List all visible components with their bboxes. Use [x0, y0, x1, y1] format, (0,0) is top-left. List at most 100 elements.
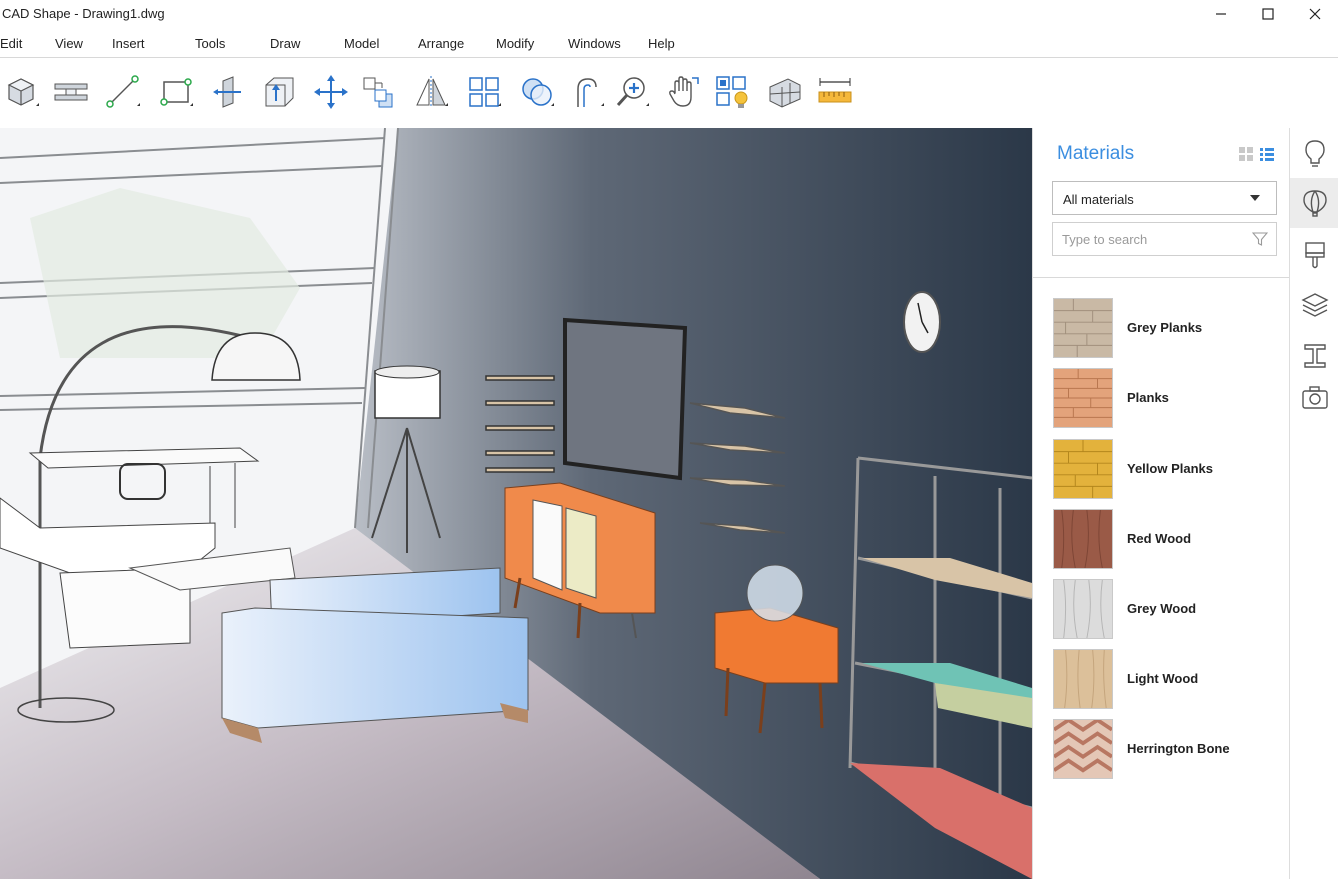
- extrude-tool-button[interactable]: [206, 70, 250, 114]
- materials-panel: Materials All materials Grey Planks: [1032, 128, 1290, 879]
- rail-camera-button[interactable]: [1290, 372, 1338, 422]
- material-item-grey-wood[interactable]: Grey Wood: [1053, 579, 1278, 641]
- material-label: Yellow Planks: [1127, 461, 1213, 476]
- chevron-down-icon: [1250, 195, 1260, 201]
- camera-icon: [1301, 386, 1328, 409]
- menu-windows[interactable]: Windows: [568, 36, 621, 51]
- close-button[interactable]: [1292, 0, 1338, 28]
- grid-view-icon[interactable]: [1238, 146, 1254, 162]
- material-item-light-wood[interactable]: Light Wood: [1053, 649, 1278, 711]
- mirror-tool-button[interactable]: [409, 70, 453, 114]
- copy-tool-button[interactable]: [356, 70, 400, 114]
- wall-icon: [769, 78, 801, 108]
- menu-insert[interactable]: Insert: [112, 36, 145, 51]
- pan-tool-button[interactable]: [662, 70, 706, 114]
- minimize-button[interactable]: [1198, 0, 1244, 28]
- menu-help[interactable]: Help: [648, 36, 675, 51]
- boolean-icon: [522, 78, 554, 106]
- array-tool-button[interactable]: [462, 70, 506, 114]
- line-tool-button[interactable]: [101, 70, 145, 114]
- move-tool-button[interactable]: [309, 70, 353, 114]
- maximize-icon: [1262, 8, 1274, 20]
- materials-filter-dropdown[interactable]: All materials: [1052, 181, 1277, 215]
- material-label: Herrington Bone: [1127, 741, 1230, 756]
- mirror-icon: [416, 76, 448, 108]
- paint-brush-icon: [1304, 242, 1325, 269]
- push-pull-tool-button[interactable]: [257, 70, 301, 114]
- menu-view[interactable]: View: [55, 36, 83, 51]
- material-swatch: [1053, 368, 1113, 428]
- rail-materials-button[interactable]: [1290, 178, 1338, 228]
- material-swatch: [1053, 509, 1113, 569]
- rail-paint-button[interactable]: [1290, 230, 1338, 280]
- scene-render: [0, 128, 1032, 879]
- material-item-red-wood[interactable]: Red Wood: [1053, 509, 1278, 571]
- window-title: CAD Shape - Drawing1.dwg: [2, 6, 165, 21]
- lightbulb-icon: [1304, 140, 1325, 167]
- title-bar: CAD Shape - Drawing1.dwg: [0, 0, 1338, 28]
- move-icon: [314, 75, 348, 109]
- beam-icon: [54, 83, 88, 101]
- material-item-planks[interactable]: Planks: [1053, 368, 1278, 430]
- layers-icon: [1300, 293, 1329, 317]
- menu-model[interactable]: Model: [344, 36, 379, 51]
- push-pull-icon: [265, 77, 294, 107]
- fillet-tool-button[interactable]: [565, 70, 609, 114]
- balloon-icon: [1302, 190, 1327, 217]
- render-light-icon: [716, 76, 748, 108]
- array-icon: [469, 77, 501, 107]
- material-item-herrington-bone[interactable]: Herrington Bone: [1053, 719, 1278, 781]
- side-rail: [1289, 128, 1338, 879]
- toolbar: [0, 59, 1338, 128]
- material-swatch: [1053, 719, 1113, 779]
- fillet-icon: [577, 78, 604, 107]
- render-light-tool-button[interactable]: [710, 70, 754, 114]
- 3d-viewport[interactable]: [0, 128, 1032, 879]
- menu-draw[interactable]: Draw: [270, 36, 300, 51]
- rectangle-tool-button[interactable]: [154, 70, 198, 114]
- close-icon: [1309, 8, 1321, 20]
- pan-hand-icon: [669, 76, 699, 107]
- rail-lighting-button[interactable]: [1290, 128, 1338, 178]
- rail-layers-button[interactable]: [1290, 280, 1338, 330]
- material-label: Planks: [1127, 390, 1169, 405]
- material-label: Grey Planks: [1127, 320, 1203, 335]
- materials-panel-title: Materials: [1057, 143, 1135, 164]
- material-swatch: [1053, 298, 1113, 358]
- material-item-yellow-planks[interactable]: Yellow Planks: [1053, 439, 1278, 501]
- zoom-tool-button[interactable]: [610, 70, 654, 114]
- search-input[interactable]: [1053, 223, 1243, 255]
- material-swatch: [1053, 649, 1113, 709]
- maximize-button[interactable]: [1245, 0, 1291, 28]
- panel-divider: [1033, 277, 1290, 278]
- material-swatch: [1053, 579, 1113, 639]
- menu-tools[interactable]: Tools: [195, 36, 225, 51]
- dropdown-selected-value: All materials: [1063, 192, 1134, 207]
- material-item-grey-planks[interactable]: Grey Planks: [1053, 298, 1278, 360]
- boolean-tool-button[interactable]: [515, 70, 559, 114]
- box-icon: [7, 78, 39, 106]
- list-view-icon[interactable]: [1259, 146, 1275, 162]
- copy-icon: [363, 77, 393, 108]
- menu-modify[interactable]: Modify: [496, 36, 534, 51]
- beam-tool-button[interactable]: [49, 70, 93, 114]
- filter-icon[interactable]: [1252, 231, 1268, 247]
- wall-tool-button[interactable]: [763, 70, 807, 114]
- rectangle-icon: [160, 78, 193, 106]
- minimize-icon: [1216, 13, 1226, 15]
- material-label: Red Wood: [1127, 531, 1192, 546]
- material-label: Light Wood: [1127, 671, 1199, 686]
- box-tool-button[interactable]: [0, 70, 44, 114]
- menu-edit[interactable]: Edit: [0, 36, 22, 51]
- extrude-icon: [213, 76, 241, 108]
- material-swatch: [1053, 439, 1113, 499]
- materials-search: [1052, 222, 1277, 256]
- measure-tool-button[interactable]: [813, 70, 857, 114]
- zoom-icon: [616, 77, 649, 107]
- measure-icon: [818, 78, 852, 103]
- i-beam-icon: [1303, 344, 1326, 368]
- menu-arrange[interactable]: Arrange: [418, 36, 464, 51]
- menu-bar: Edit View Insert Tools Draw Model Arrang…: [0, 30, 1338, 58]
- line-icon: [106, 75, 140, 108]
- material-label: Grey Wood: [1127, 601, 1197, 616]
